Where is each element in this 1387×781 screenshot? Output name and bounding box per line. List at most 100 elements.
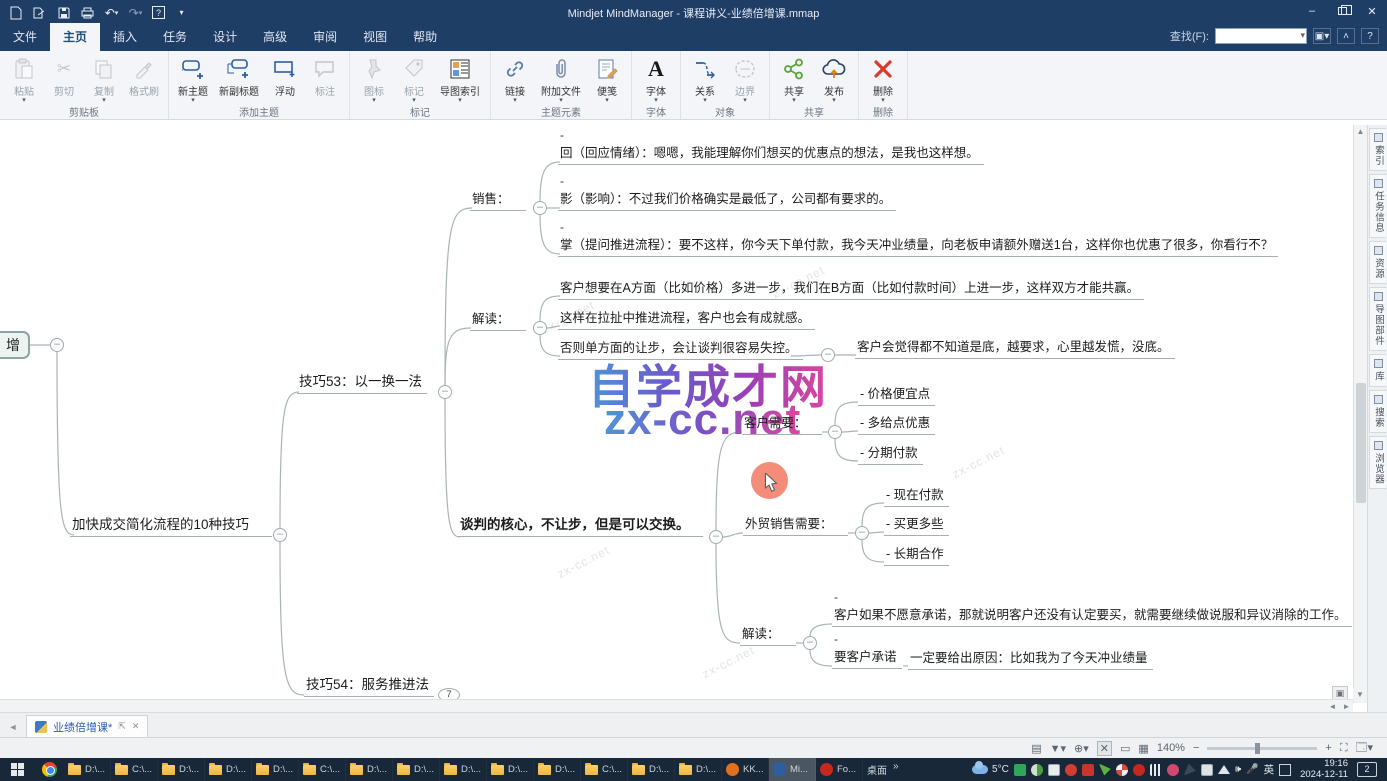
- map-canvas[interactable]: zx-cc.net zx-cc.net zx-cc.net zx-cc.net …: [0, 125, 1353, 712]
- format-painter-button[interactable]: 格式刷: [124, 53, 164, 104]
- minimize-button[interactable]: –: [1297, 0, 1327, 22]
- multi-view-icon[interactable]: ✕: [1097, 741, 1112, 756]
- collapse-ribbon-icon[interactable]: ˄: [1337, 28, 1355, 44]
- taskbar-folder-11[interactable]: D:\...: [534, 758, 581, 781]
- tab-help[interactable]: 帮助: [400, 23, 450, 51]
- topic-jiedu-item-2[interactable]: 这样在拉扯中推进流程，客户也会有成就感。: [558, 307, 815, 330]
- zoom-slider[interactable]: [1207, 747, 1317, 750]
- topic-main[interactable]: 加快成交简化流程的10种技巧: [70, 513, 272, 537]
- pinwheel-app-icon[interactable]: [1116, 764, 1128, 776]
- window-view-icon[interactable]: 🗔▾: [1356, 739, 1373, 758]
- publish-button[interactable]: 发布: [814, 53, 854, 104]
- taskbar-folder-14[interactable]: D:\...: [675, 758, 722, 781]
- undo-icon[interactable]: ↶▾: [104, 5, 119, 20]
- print-icon[interactable]: [80, 5, 95, 20]
- collapse-node-sales[interactable]: –: [533, 201, 547, 215]
- panel-tab-resources[interactable]: 资源: [1369, 241, 1386, 284]
- boundary-button[interactable]: 边界: [725, 53, 765, 104]
- topic-customer-needs-label[interactable]: 客户需要：: [742, 412, 822, 435]
- new-document-icon[interactable]: [8, 5, 23, 20]
- font-button[interactable]: A字体: [636, 53, 676, 104]
- topic-t54[interactable]: 技巧54：服务推进法: [304, 673, 434, 697]
- topic-sales-item-3[interactable]: -掌（提问推进流程）：要不这样，你今天下单付款，我今天冲业绩量，向老板申请额外赠…: [558, 221, 1278, 257]
- taskbar-folder-7[interactable]: D:\...: [346, 758, 393, 781]
- copy-button[interactable]: 复制: [84, 53, 124, 104]
- network-icon[interactable]: [1218, 765, 1230, 774]
- tab-view[interactable]: 视图: [350, 23, 400, 51]
- collapse-node-jiedu[interactable]: –: [533, 321, 547, 335]
- fit-page-icon[interactable]: ⛶: [1340, 742, 1348, 755]
- filter-icon[interactable]: ▼▾: [1050, 742, 1066, 755]
- ime-mode-icon[interactable]: [1279, 764, 1291, 776]
- tab-insert[interactable]: 插入: [100, 23, 150, 51]
- topic-jiedu-item-3-child[interactable]: 客户会觉得都不知道是底，越要求，心里越发慌，没底。: [855, 336, 1175, 359]
- panel-tab-library[interactable]: 库: [1369, 354, 1386, 387]
- collapse-node-sales-needs[interactable]: –: [855, 526, 869, 540]
- redo-icon[interactable]: ↷▾: [128, 5, 143, 20]
- taskbar-folder-2[interactable]: C:\...: [111, 758, 158, 781]
- scroll-up-icon[interactable]: ▲: [1354, 125, 1367, 138]
- collapse-node-jiedu2[interactable]: –: [803, 636, 817, 650]
- weather-widget[interactable]: 5°C: [972, 764, 1009, 775]
- tab-scroll-left-icon[interactable]: ◄: [0, 722, 26, 737]
- topic-jiedu2-label[interactable]: 解读：: [740, 623, 796, 646]
- microphone-icon[interactable]: 🎤: [1246, 764, 1258, 775]
- document-tab-active[interactable]: 业绩倍增课* ⇱ ✕: [26, 715, 148, 737]
- taskbar-chrome-button[interactable]: [34, 762, 64, 777]
- icons-button[interactable]: 图标: [354, 53, 394, 104]
- taskbar-app-mindmanager[interactable]: Mi...: [769, 758, 816, 781]
- collapse-node-core[interactable]: –: [709, 530, 723, 544]
- attach-file-button[interactable]: 附加文件: [535, 53, 587, 104]
- zoom-select-icon[interactable]: ⊕▾: [1074, 742, 1089, 755]
- window-bars-app-icon[interactable]: [1150, 764, 1162, 776]
- paste-button[interactable]: 粘贴: [4, 53, 44, 104]
- vertical-scroll-thumb[interactable]: [1356, 383, 1366, 503]
- callout-button[interactable]: 标注: [305, 53, 345, 104]
- tab-advanced[interactable]: 高级: [250, 23, 300, 51]
- taskbar-folder-8[interactable]: D:\...: [393, 758, 440, 781]
- zoom-slider-thumb[interactable]: [1255, 743, 1260, 754]
- panel-tab-search[interactable]: 搜索: [1369, 390, 1386, 433]
- volume-icon[interactable]: 🕪: [1235, 764, 1241, 775]
- map-index-button[interactable]: 导图索引: [434, 53, 486, 104]
- topic-customer-need-3[interactable]: - 分期付款: [858, 442, 923, 465]
- panel-tab-index[interactable]: 索引: [1369, 128, 1386, 171]
- topic-jiedu2-item-1[interactable]: -客户如果不愿意承诺，那就说明客户还没有认定要买，就需要继续做说服和异议消除的工…: [832, 591, 1352, 627]
- help-icon[interactable]: ?: [152, 6, 165, 19]
- taskbar-folder-12[interactable]: C:\...: [581, 758, 628, 781]
- tab-float-icon[interactable]: ⇱: [118, 721, 126, 732]
- customize-toolbar-icon[interactable]: ▾: [174, 5, 189, 20]
- topic-sales-item-1[interactable]: -回（回应情绪）：嗯嗯，我能理解你们想买的优惠点的想法，是我也这样想。: [558, 129, 984, 165]
- topic-sales-item-2[interactable]: -影（影响）：不过我们价格确实是最低了，公司都有要求的。: [558, 175, 896, 211]
- share-button[interactable]: 共享: [774, 53, 814, 104]
- topic-jiedu2-item-2[interactable]: -要客户承诺: [832, 633, 902, 669]
- close-button[interactable]: ✕: [1357, 0, 1387, 22]
- clipboard2-app-icon[interactable]: [1201, 764, 1213, 776]
- panel-tab-map-parts[interactable]: 导图部件: [1369, 287, 1386, 351]
- topic-sales-label[interactable]: 销售：: [470, 188, 526, 211]
- zoom-in-icon[interactable]: +: [1325, 742, 1331, 754]
- topic-jiedu-item-1[interactable]: 客户想要在A方面（比如价格）多进一步，我们在B方面（比如付款时间）上进一步，这样…: [558, 277, 1144, 300]
- open-document-icon[interactable]: [32, 5, 47, 20]
- restore-button[interactable]: [1327, 0, 1357, 22]
- single-view-icon[interactable]: ▭: [1120, 742, 1130, 755]
- topic-jiedu-label[interactable]: 解读：: [470, 308, 526, 331]
- taskbar-folder-6[interactable]: C:\...: [299, 758, 346, 781]
- topic-customer-need-1[interactable]: - 价格便宜点: [858, 383, 935, 406]
- topic-customer-need-2[interactable]: - 多给点优惠: [858, 412, 935, 435]
- ime-language-indicator[interactable]: 英: [1264, 762, 1275, 777]
- ribbon-help-icon[interactable]: ?: [1361, 28, 1379, 44]
- topic-jiedu2-item-2-child[interactable]: 一定要给出原因：比如我为了今天冲业绩量: [908, 647, 1153, 670]
- tab-task[interactable]: 任务: [150, 23, 200, 51]
- collapse-node-t53[interactable]: –: [438, 385, 452, 399]
- collapse-node-main[interactable]: –: [273, 528, 287, 542]
- taskbar-folder-4[interactable]: D:\...: [205, 758, 252, 781]
- start-button[interactable]: [0, 758, 34, 781]
- red-badge-app-icon[interactable]: [1065, 764, 1077, 776]
- topic-sales-need-3[interactable]: - 长期合作: [884, 543, 949, 566]
- topic-t53[interactable]: 技巧53：以一换一法: [297, 370, 427, 394]
- tab-design[interactable]: 设计: [200, 23, 250, 51]
- tab-home[interactable]: 主页: [50, 23, 100, 51]
- panel-tab-browser[interactable]: 浏览器: [1369, 436, 1386, 490]
- scroll-down-icon[interactable]: ▼: [1353, 688, 1367, 701]
